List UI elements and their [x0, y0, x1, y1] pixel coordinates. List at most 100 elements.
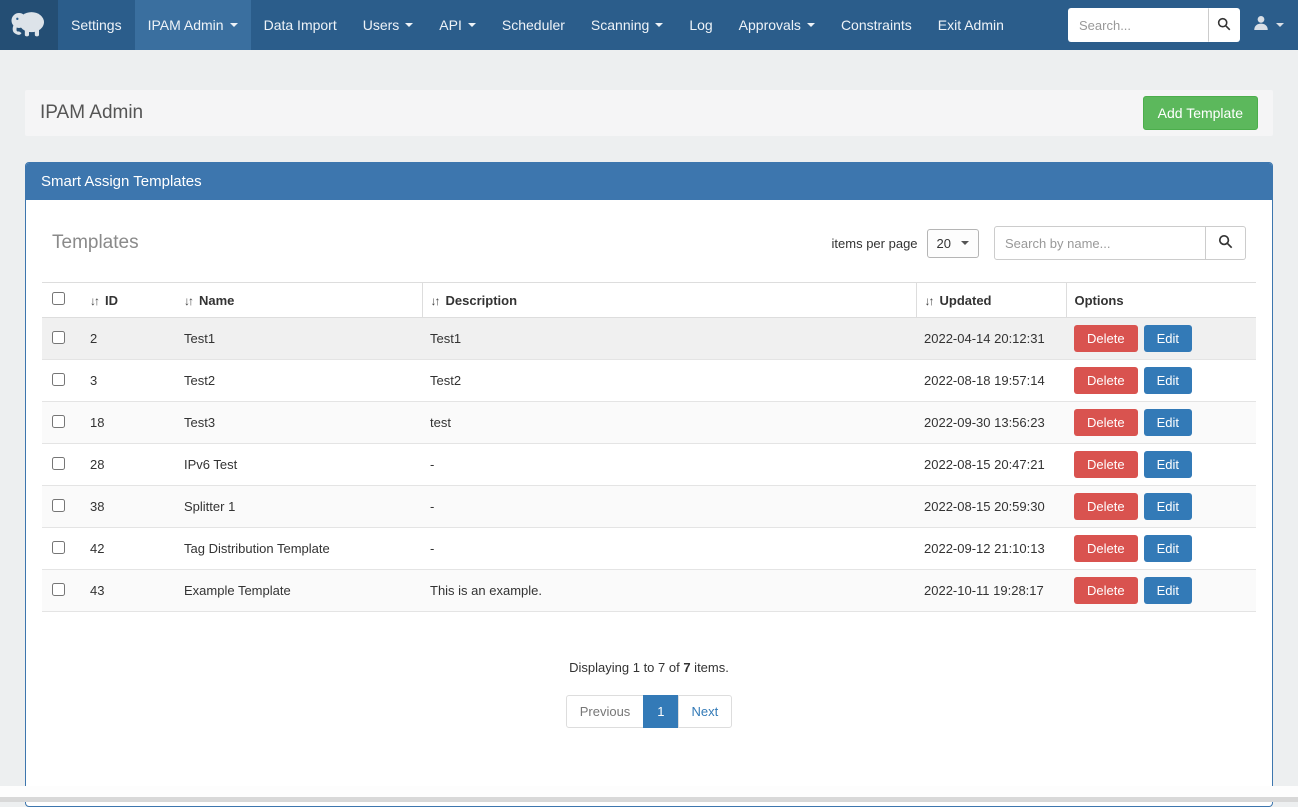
- pagination: Previous 1 Next: [42, 695, 1256, 728]
- chevron-down-icon: [405, 23, 413, 27]
- nav-item-constraints[interactable]: Constraints: [828, 0, 925, 50]
- delete-button[interactable]: Delete: [1074, 367, 1138, 394]
- row-checkbox[interactable]: [52, 499, 65, 512]
- cell-updated: 2022-09-12 21:10:13: [916, 528, 1066, 570]
- chevron-down-icon: [230, 23, 238, 27]
- chevron-down-icon: [807, 23, 815, 27]
- add-template-button[interactable]: Add Template: [1143, 96, 1258, 130]
- table-row: 3 Test2 Test2 2022-08-18 19:57:14 Delete…: [42, 360, 1256, 402]
- table-search-button[interactable]: [1206, 226, 1246, 260]
- edit-button[interactable]: Edit: [1144, 535, 1192, 562]
- items-per-page-select[interactable]: 20: [927, 229, 979, 258]
- results-summary: Displaying 1 to 7 of 7 items.: [42, 660, 1256, 675]
- cell-name: Test2: [176, 360, 422, 402]
- table-title: Templates: [52, 232, 139, 254]
- page-header: IPAM Admin Add Template: [25, 90, 1273, 136]
- edit-button[interactable]: Edit: [1144, 451, 1192, 478]
- user-menu[interactable]: [1252, 14, 1284, 37]
- edit-button[interactable]: Edit: [1144, 409, 1192, 436]
- row-checkbox[interactable]: [52, 583, 65, 596]
- cell-name: IPv6 Test: [176, 444, 422, 486]
- delete-button[interactable]: Delete: [1074, 493, 1138, 520]
- nav-item-users[interactable]: Users: [350, 0, 427, 50]
- search-icon: [1217, 17, 1231, 34]
- table-row: 2 Test1 Test1 2022-04-14 20:12:31 Delete…: [42, 318, 1256, 360]
- smart-assign-panel: Smart Assign Templates Templates items p…: [25, 162, 1273, 807]
- pagination-next[interactable]: Next: [678, 695, 733, 728]
- navbar-search: [1068, 8, 1240, 42]
- nav-item-log[interactable]: Log: [676, 0, 725, 50]
- table-row: 28 IPv6 Test - 2022-08-15 20:47:21 Delet…: [42, 444, 1256, 486]
- top-navbar: Settings IPAM Admin Data Import Users AP…: [0, 0, 1298, 50]
- nav-item-approvals[interactable]: Approvals: [726, 0, 828, 50]
- edit-button[interactable]: Edit: [1144, 325, 1192, 352]
- select-all-checkbox[interactable]: [52, 292, 65, 305]
- pagination-page-1[interactable]: 1: [643, 695, 678, 728]
- nav-item-data-import[interactable]: Data Import: [251, 0, 350, 50]
- navbar-search-button[interactable]: [1208, 8, 1240, 42]
- edit-button[interactable]: Edit: [1144, 577, 1192, 604]
- sort-icon: [90, 294, 98, 308]
- cell-updated: 2022-04-14 20:12:31: [916, 318, 1066, 360]
- row-checkbox[interactable]: [52, 331, 65, 344]
- edit-button[interactable]: Edit: [1144, 367, 1192, 394]
- col-header-updated[interactable]: Updated: [916, 283, 1066, 318]
- cell-description: test: [422, 402, 916, 444]
- table-row: 42 Tag Distribution Template - 2022-09-1…: [42, 528, 1256, 570]
- nav-item-ipam-admin[interactable]: IPAM Admin: [135, 0, 251, 50]
- delete-button[interactable]: Delete: [1074, 577, 1138, 604]
- row-checkbox[interactable]: [52, 457, 65, 470]
- cell-description: Test1: [422, 318, 916, 360]
- col-header-name[interactable]: Name: [176, 283, 422, 318]
- cell-name: Test3: [176, 402, 422, 444]
- cell-id: 43: [82, 570, 176, 612]
- page-container: IPAM Admin Add Template Smart Assign Tem…: [0, 90, 1298, 807]
- cell-id: 38: [82, 486, 176, 528]
- table-row: 38 Splitter 1 - 2022-08-15 20:59:30 Dele…: [42, 486, 1256, 528]
- cell-name: Example Template: [176, 570, 422, 612]
- items-per-page-label: items per page: [832, 236, 918, 251]
- chevron-down-icon: [961, 241, 969, 245]
- cell-name: Splitter 1: [176, 486, 422, 528]
- search-icon: [1218, 234, 1233, 252]
- table-toolbar: Templates items per page 20: [42, 216, 1256, 282]
- cell-id: 28: [82, 444, 176, 486]
- cell-description: -: [422, 444, 916, 486]
- table-row: 43 Example Template This is an example. …: [42, 570, 1256, 612]
- col-header-options: Options: [1066, 283, 1256, 318]
- row-checkbox[interactable]: [52, 541, 65, 554]
- nav-item-scanning[interactable]: Scanning: [578, 0, 676, 50]
- cell-description: -: [422, 528, 916, 570]
- nav-item-api[interactable]: API: [426, 0, 489, 50]
- delete-button[interactable]: Delete: [1074, 451, 1138, 478]
- row-checkbox[interactable]: [52, 415, 65, 428]
- delete-button[interactable]: Delete: [1074, 325, 1138, 352]
- col-header-checkbox: [42, 283, 82, 318]
- col-header-id[interactable]: ID: [82, 283, 176, 318]
- provision-logo[interactable]: [0, 0, 58, 50]
- nav-item-exit-admin[interactable]: Exit Admin: [925, 0, 1017, 50]
- pagination-previous[interactable]: Previous: [566, 695, 645, 728]
- edit-button[interactable]: Edit: [1144, 493, 1192, 520]
- elephant-logo-icon: [9, 3, 49, 48]
- navbar-search-input[interactable]: [1068, 8, 1208, 42]
- page-title: IPAM Admin: [40, 102, 143, 124]
- table-search-input[interactable]: [994, 226, 1206, 260]
- nav-item-scheduler[interactable]: Scheduler: [489, 0, 578, 50]
- chevron-down-icon: [1276, 23, 1284, 27]
- col-header-description[interactable]: Description: [422, 283, 916, 318]
- navbar-right: [1068, 0, 1298, 50]
- user-icon: [1252, 14, 1270, 37]
- nav-item-settings[interactable]: Settings: [58, 0, 135, 50]
- cell-updated: 2022-08-15 20:59:30: [916, 486, 1066, 528]
- cell-updated: 2022-10-11 19:28:17: [916, 570, 1066, 612]
- cell-updated: 2022-09-30 13:56:23: [916, 402, 1066, 444]
- toolbar-controls: items per page 20: [832, 226, 1246, 260]
- delete-button[interactable]: Delete: [1074, 535, 1138, 562]
- row-checkbox[interactable]: [52, 373, 65, 386]
- delete-button[interactable]: Delete: [1074, 409, 1138, 436]
- table-header-row: ID Name Description Updated Options: [42, 283, 1256, 318]
- cell-id: 18: [82, 402, 176, 444]
- cell-description: -: [422, 486, 916, 528]
- cell-id: 3: [82, 360, 176, 402]
